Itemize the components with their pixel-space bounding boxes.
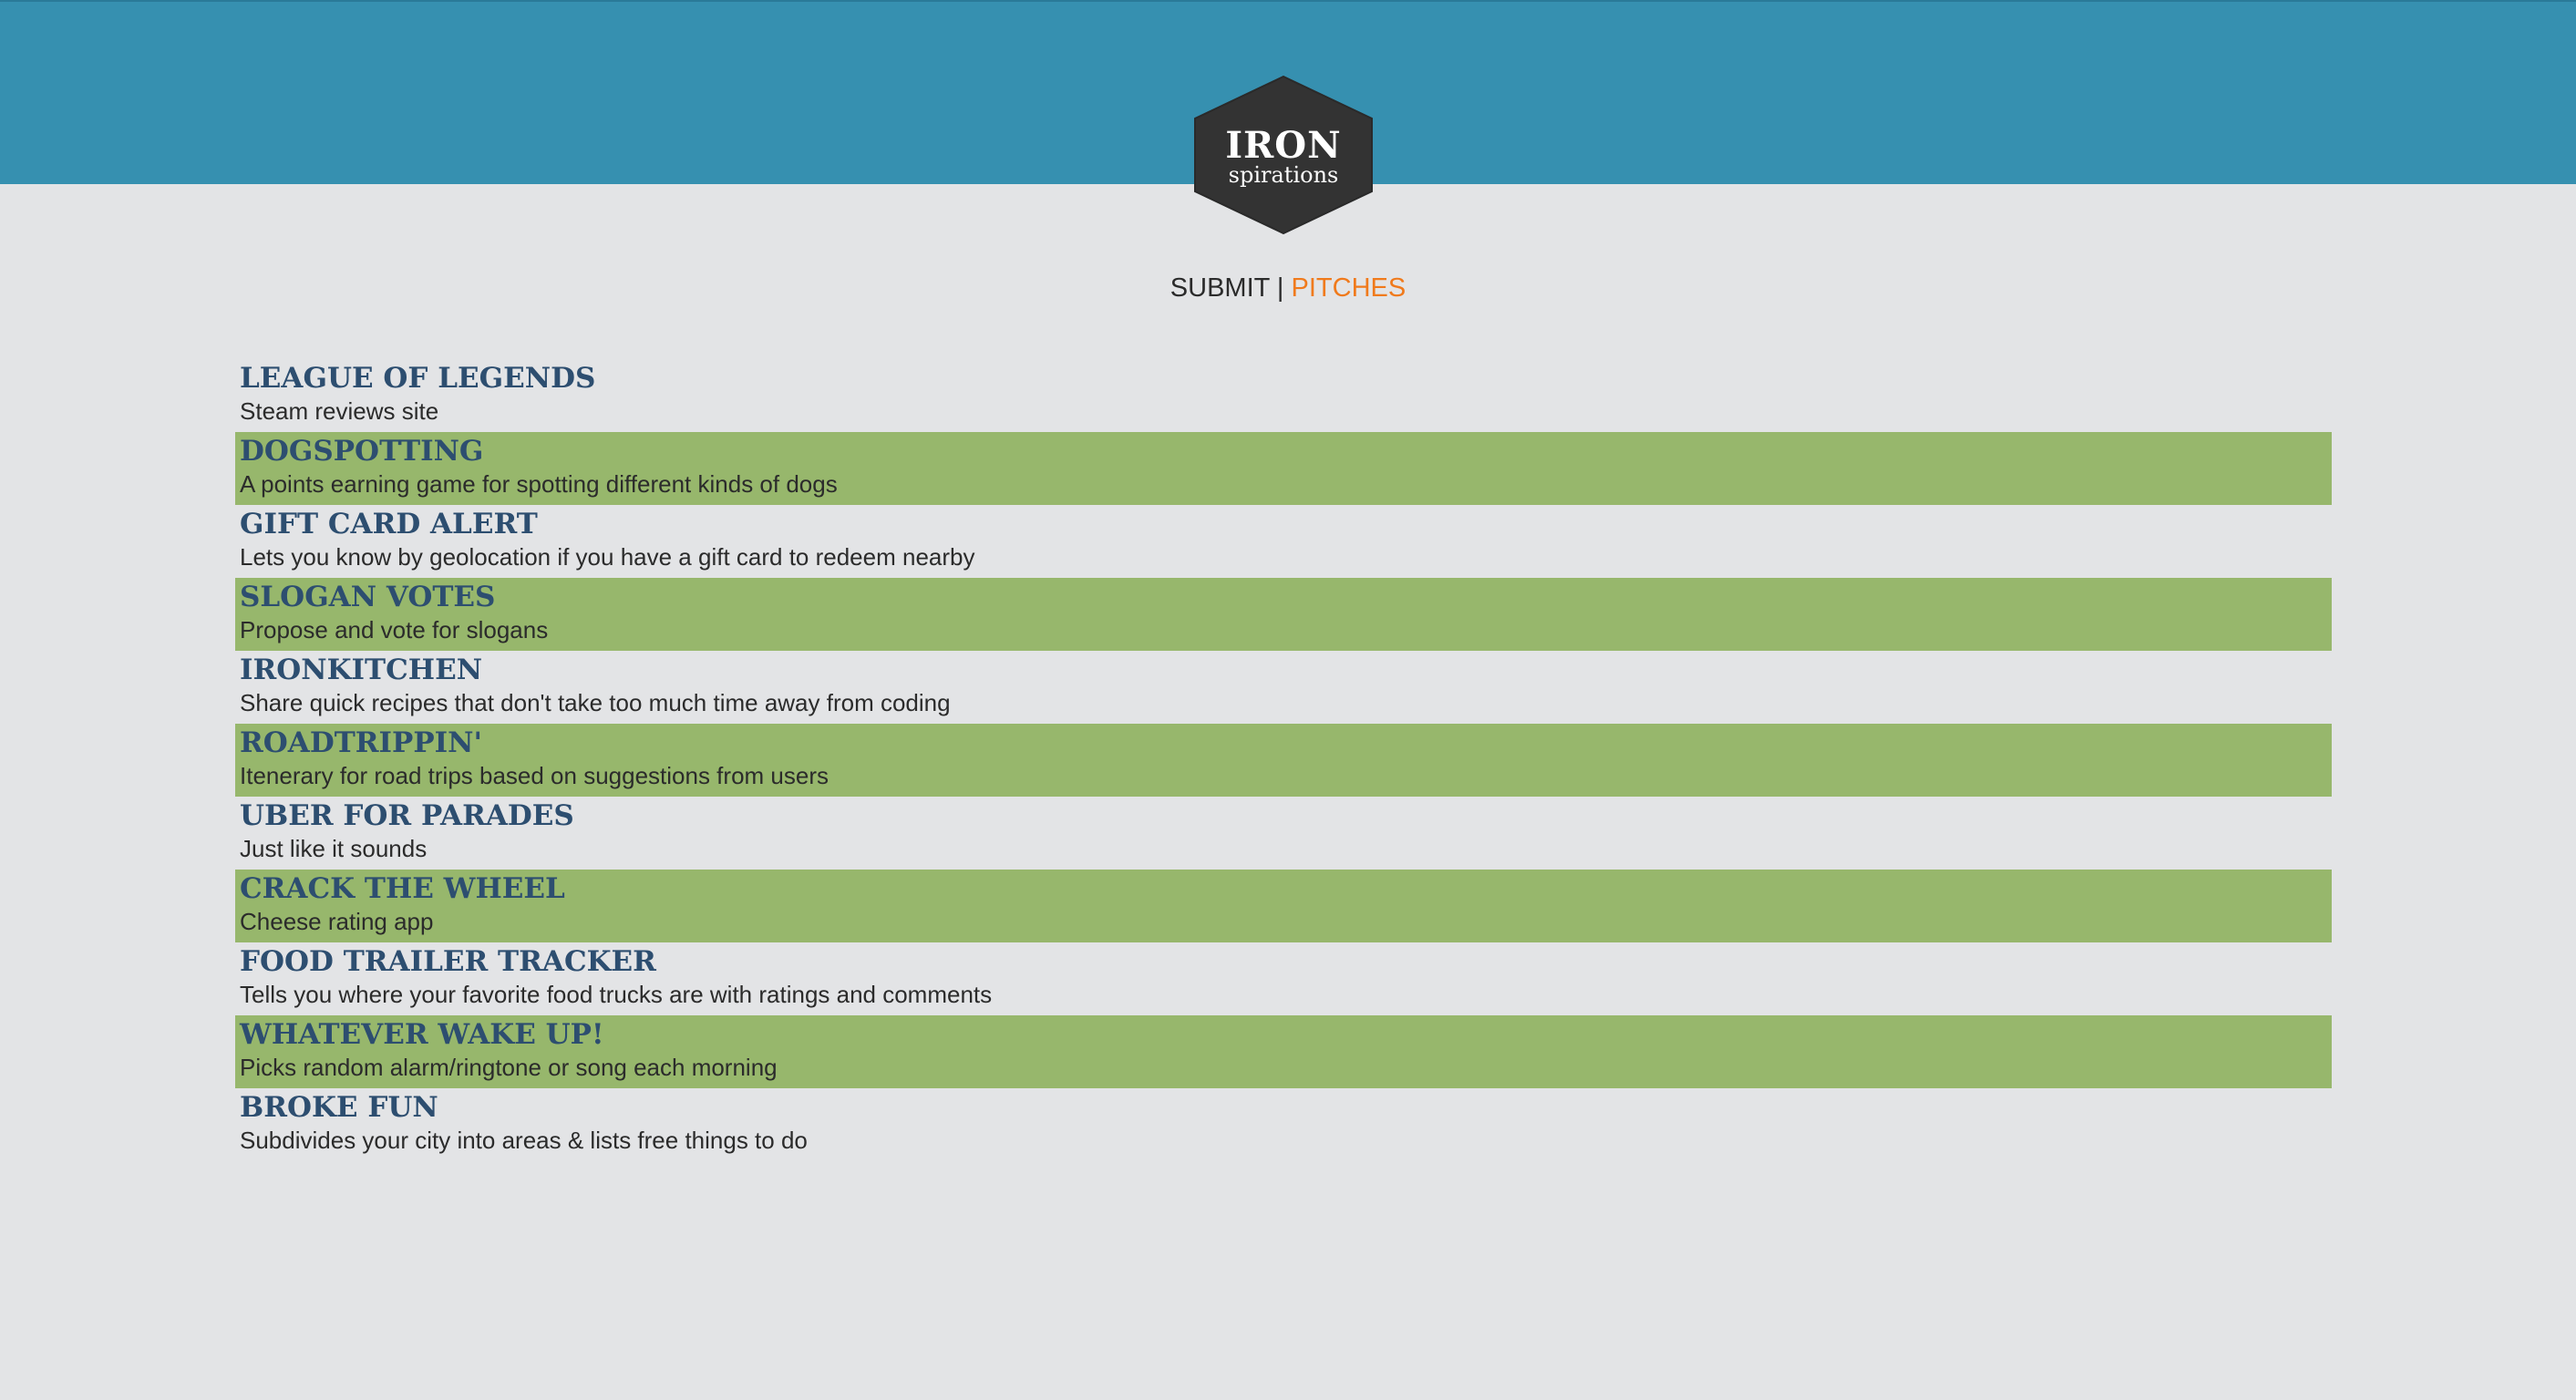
logo-title: IRON [1225,124,1342,167]
pitch-item[interactable]: WHATEVER WAKE UP! Picks random alarm/rin… [235,1015,2332,1088]
pitch-title: LEAGUE OF LEGENDS [240,362,596,395]
pitch-list: LEAGUE OF LEGENDS Steam reviews site DOG… [235,359,2332,1161]
pitch-item[interactable]: FOOD TRAILER TRACKER Tells you where you… [235,942,2332,1015]
nav-pitches-link[interactable]: PITCHES [1292,273,1406,303]
pitch-description: Lets you know by geolocation if you have… [240,543,975,571]
pitch-description: Itenerary for road trips based on sugges… [240,762,829,789]
pitch-description: Share quick recipes that don't take too … [240,689,951,716]
pitch-title: IRONKITCHEN [240,654,483,686]
pitch-title: CRACK THE WHEEL [240,872,565,905]
main-nav: SUBMIT | PITCHES [0,272,2576,304]
pitch-item[interactable]: LEAGUE OF LEGENDS Steam reviews site [235,359,2332,432]
logo-subtitle: spirations [1228,162,1339,188]
pitch-description: Cheese rating app [240,908,434,935]
pitch-title: SLOGAN VOTES [240,581,496,613]
pitch-item[interactable]: UBER FOR PARADES Just like it sounds [235,797,2332,870]
pitch-title: FOOD TRAILER TRACKER [240,945,656,978]
pitch-title: WHATEVER WAKE UP! [240,1018,604,1051]
pitch-description: A points earning game for spotting diffe… [240,470,838,498]
pitch-title: ROADTRIPPIN' [240,726,482,759]
nav-submit-link[interactable]: SUBMIT [1170,273,1270,303]
pitch-description: Propose and vote for slogans [240,616,549,643]
pitch-description: Picks random alarm/ringtone or song each… [240,1054,778,1081]
pitch-item[interactable]: BROKE FUN Subdivides your city into area… [235,1088,2332,1161]
pitch-description: Subdivides your city into areas & lists … [240,1127,808,1154]
pitch-item[interactable]: DOGSPOTTING A points earning game for sp… [235,432,2332,505]
ironspirations-logo[interactable]: IRON spirations [1193,75,1374,235]
pitch-title: DOGSPOTTING [240,435,484,468]
pitch-description: Steam reviews site [240,397,439,425]
pitch-item[interactable]: SLOGAN VOTES Propose and vote for slogan… [235,578,2332,651]
pitch-item[interactable]: CRACK THE WHEEL Cheese rating app [235,870,2332,942]
pitch-item[interactable]: ROADTRIPPIN' Itenerary for road trips ba… [235,724,2332,797]
pitch-title: BROKE FUN [240,1091,438,1124]
nav-separator: | [1276,273,1284,303]
pitch-description: Tells you where your favorite food truck… [240,981,993,1008]
pitch-item[interactable]: IRONKITCHEN Share quick recipes that don… [235,651,2332,724]
pitch-title: UBER FOR PARADES [240,799,574,832]
pitch-description: Just like it sounds [240,835,428,862]
pitch-title: GIFT CARD ALERT [240,508,538,540]
pitch-item[interactable]: GIFT CARD ALERT Lets you know by geoloca… [235,505,2332,578]
